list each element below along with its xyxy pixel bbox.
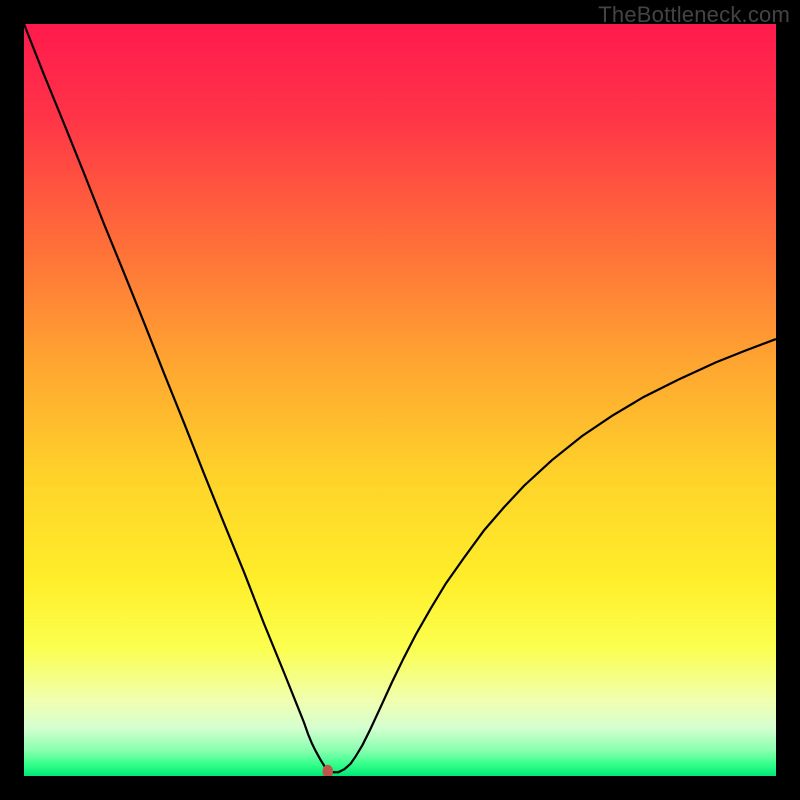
plot-area	[24, 24, 776, 776]
chart-container: TheBottleneck.com	[0, 0, 800, 800]
watermark-text: TheBottleneck.com	[598, 2, 790, 28]
chart-svg	[24, 24, 776, 776]
